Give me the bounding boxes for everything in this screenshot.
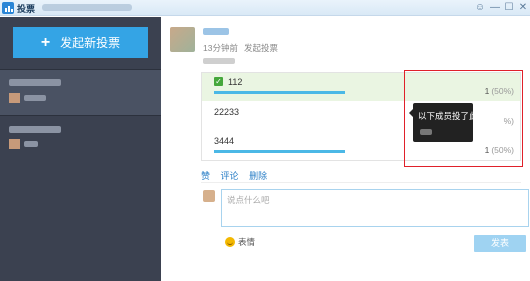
smiley-icon [225,237,235,247]
comment-link[interactable]: 评论 [221,171,239,181]
vote-list-item-author-redacted [24,95,46,101]
current-user-avatar [203,190,215,202]
vote-list-item[interactable] [0,116,161,161]
option-label: 3444 [214,136,235,146]
emoji-menu-icon[interactable]: ☺ [473,1,487,14]
maximize-button[interactable]: ☐ [502,1,516,14]
vote-list-item-title-redacted [9,126,61,133]
minimize-button[interactable]: — [488,1,502,14]
vote-detail-panel: 13分钟前 发起投票 ✓ 112 1 (50%) 22233 %) 3444 1 (5… [161,17,530,281]
new-vote-button[interactable]: + 发起新投票 [13,27,148,58]
option-label: 112 [228,77,243,87]
option-label: 22233 [214,107,240,117]
checkmark-icon: ✓ [214,77,223,86]
post-action: 发起投票 [243,43,278,53]
vote-list-item-title-redacted [9,79,61,86]
title-bar: 投票 ☺ — ☐ ✕ [0,0,530,16]
comment-input[interactable] [221,189,529,227]
option-progress-bar [214,91,345,94]
post-meta: 13分钟前 发起投票 [203,42,278,54]
app-icon [2,2,14,14]
close-button[interactable]: ✕ [516,1,530,14]
avatar [9,93,20,103]
highlight-frame [404,70,523,167]
post-actions: 赞 评论 删除 [201,169,275,182]
emoji-label: 表情 [238,237,256,247]
window-subtitle-redacted [42,4,132,11]
window-title: 投票 [17,4,36,14]
sidebar: + 发起新投票 [0,17,161,281]
send-button[interactable]: 发表 [474,235,526,252]
like-link[interactable]: 赞 [201,171,210,181]
avatar [9,139,20,149]
plus-icon: + [40,33,51,51]
poster-name-redacted[interactable] [203,28,229,35]
post-time: 13分钟前 [203,43,238,53]
divider [201,182,521,183]
vote-list-item[interactable] [0,70,161,115]
emoji-button[interactable]: 表情 [225,236,255,248]
vote-list-item-author-redacted [24,141,38,147]
option-progress-bar [214,150,345,153]
new-vote-label: 发起新投票 [60,36,121,50]
vote-title-redacted [203,58,235,64]
poster-avatar[interactable] [170,27,195,52]
delete-link[interactable]: 删除 [249,171,267,181]
